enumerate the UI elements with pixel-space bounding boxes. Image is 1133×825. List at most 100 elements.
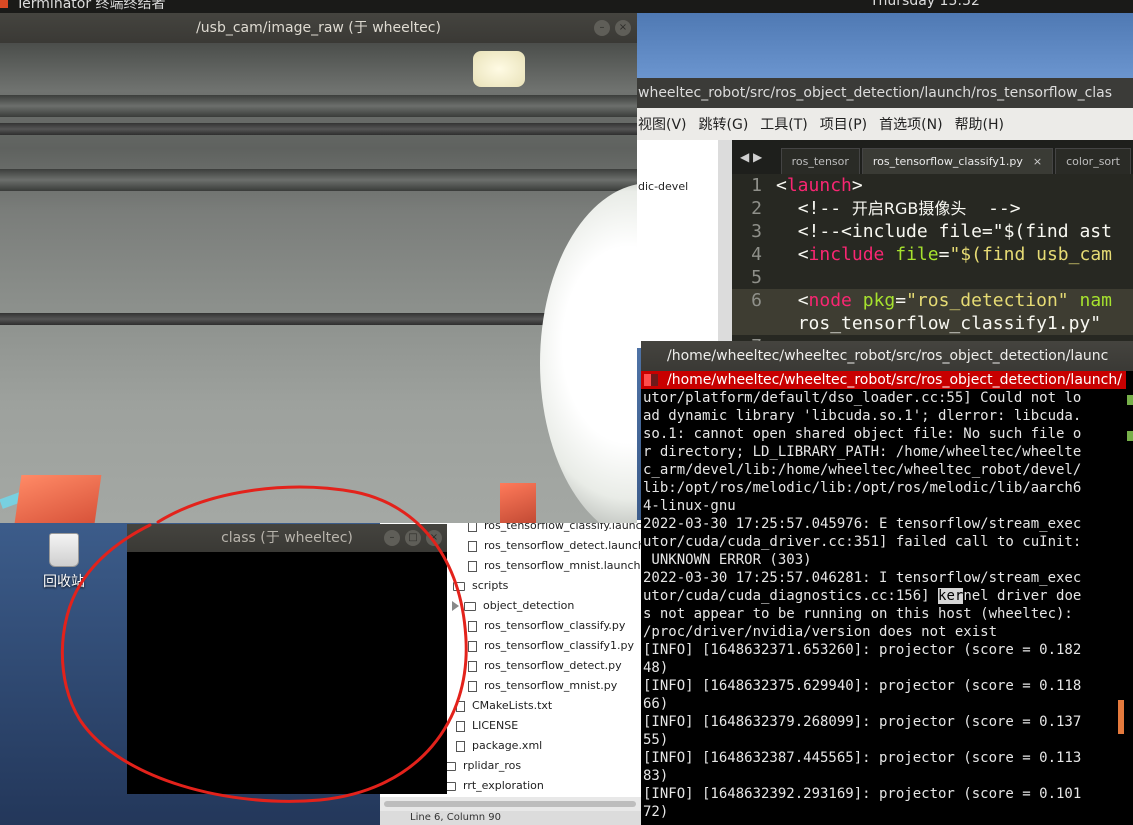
terminal-line: UNKNOWN ERROR (303) [643, 552, 812, 568]
sublime-editor-window[interactable]: wheeltec_robot/src/ros_object_detection/… [636, 78, 1133, 348]
terminal-line: 83) [643, 768, 669, 784]
folder-item[interactable]: rplidar_ros [444, 756, 521, 776]
folder-item[interactable]: object_detection [452, 596, 574, 616]
image-window-titlebar[interactable]: /usb_cam/image_raw (于 wheeltec) – × [0, 13, 637, 43]
folder-item[interactable]: scripts [453, 576, 508, 596]
terminal-line: c_arm/devel/lib:/home/wheeltec/wheeltec_… [643, 462, 1082, 478]
clock[interactable]: Thursday 15:52 [870, 0, 980, 9]
code-token: node [808, 290, 852, 311]
trash-desktop-icon[interactable]: 回收站 [38, 533, 90, 591]
terminal-line: 55) [643, 732, 669, 748]
code-area[interactable]: 1 <launch> 2 <!-- 开启RGB摄像头 --> 3 <!--<inc… [732, 174, 1133, 348]
file-item[interactable]: CMakeLists.txt [456, 696, 552, 716]
terminal-line: [INFO] [1648632387.445565]: projector (s… [643, 750, 1082, 766]
file-item[interactable]: package.xml [456, 736, 542, 756]
sidebar-folder-label[interactable]: dic-devel [638, 180, 688, 193]
line-number: 6 [751, 290, 762, 311]
side-terminal-pane[interactable] [1126, 371, 1133, 471]
ubuntu-logo-icon[interactable] [0, 0, 8, 8]
file-label: ros_tensorflow_mnist.launch [484, 559, 641, 572]
top-panel: Terminator 终端终结者 Thursday 15:52 [0, 0, 1133, 13]
menu-preferences[interactable]: 首选项(N) [879, 114, 954, 134]
menu-view[interactable]: 视图(V) [636, 114, 699, 134]
minimize-icon[interactable]: – [594, 20, 610, 36]
menu-tools[interactable]: 工具(T) [760, 114, 819, 134]
terminal-line: [INFO] [1648632371.653260]: projector (s… [643, 642, 1082, 658]
close-icon[interactable]: × [426, 530, 442, 546]
file-item[interactable]: ros_tensorflow_classify1.py [468, 636, 634, 656]
file-item[interactable]: ros_tensorflow_mnist.py [468, 676, 617, 696]
file-icon [456, 720, 465, 732]
file-label: ros_tensorflow_classify.py [484, 619, 626, 632]
code-token: ros_tensorflow_classify1.py" [797, 313, 1102, 334]
object-orange [500, 483, 536, 523]
file-item[interactable]: ros_tensorflow_classify.py [468, 616, 625, 636]
file-item[interactable]: LICENSE [456, 716, 518, 736]
terminal-line: s not appear to be running on this host … [643, 606, 1073, 622]
tab-scroll-arrows-icon[interactable]: ◀ ▶ [732, 150, 781, 174]
scrollbar-thumb[interactable] [384, 801, 636, 807]
pane-marker [1127, 431, 1133, 441]
code-token: "ros_detection" [906, 290, 1069, 311]
terminal-titlebar[interactable]: /home/wheeltec/wheeltec_robot/src/ros_ob… [641, 341, 1133, 371]
file-item[interactable]: ros_tensorflow_mnist.launch [468, 556, 640, 576]
file-icon [468, 560, 477, 572]
file-item[interactable]: ros_tensorflow_detect.py [468, 656, 622, 676]
tab-ros-tensor[interactable]: ros_tensor [780, 148, 860, 174]
menu-help[interactable]: 帮助(H) [955, 114, 1016, 134]
file-label: package.xml [472, 739, 543, 752]
ceiling-lamp [473, 51, 525, 87]
terminal-line: 2022-03-30 17:25:57.045976: E tensorflow… [643, 516, 1082, 532]
file-label: LICENSE [472, 719, 519, 732]
menu-goto[interactable]: 跳转(G) [699, 114, 761, 134]
terminal-output[interactable]: utor/platform/default/dso_loader.cc:55] … [641, 389, 1125, 825]
sidebar-divider[interactable] [718, 140, 732, 348]
file-icon [468, 680, 477, 692]
minimize-icon[interactable]: – [384, 530, 400, 546]
terminal-line: [INFO] [1648632379.268099]: projector (s… [643, 714, 1082, 730]
tab-label: ros_tensorflow_classify1.py [872, 155, 1023, 168]
code-line-current: 6 <node pkg="ros_detection" nam [732, 289, 1133, 312]
close-icon[interactable]: × [615, 20, 631, 36]
terminal-line: so.1: cannot open shared object file: No… [643, 426, 1082, 442]
tab-close-icon[interactable]: × [1033, 155, 1042, 168]
file-icon [468, 620, 477, 632]
pane-marker [1127, 395, 1133, 405]
menu-project[interactable]: 项目(P) [820, 114, 879, 134]
terminal-line: 72) [643, 804, 669, 820]
window-title: class (于 wheeltec) [221, 530, 353, 546]
horizontal-scrollbar[interactable] [380, 797, 642, 811]
tab-ros-tensorflow-classify1[interactable]: ros_tensorflow_classify1.py × [861, 148, 1054, 174]
folder-label: object_detection [483, 599, 575, 612]
terminal-line: utor/cuda/cuda_diagnostics.cc:156] kerne… [643, 587, 1125, 605]
terminal-line: [INFO] [1648632375.629940]: projector (s… [643, 678, 1082, 694]
maximize-icon[interactable]: □ [405, 530, 421, 546]
folder-icon [453, 581, 465, 591]
folder-label: rplidar_ros [463, 759, 522, 772]
camera-feed-image [0, 43, 637, 523]
terminator-window[interactable]: /home/wheeltec/wheeltec_robot/src/ros_ob… [641, 341, 1133, 825]
class-image-canvas [127, 552, 447, 794]
terminal-tab[interactable]: /home/wheeltec/wheeltec_robot/src/ros_ob… [641, 371, 1133, 389]
code-token: pkg [862, 290, 896, 311]
class-window-titlebar[interactable]: class (于 wheeltec) – □ × [127, 524, 447, 552]
code-token: <!-- [797, 198, 842, 219]
folder-item[interactable]: rrt_exploration [444, 776, 544, 796]
line-number: 2 [751, 198, 762, 219]
editor-title: wheeltec_robot/src/ros_object_detection/… [636, 78, 1133, 108]
terminal-group-icon[interactable] [644, 374, 658, 386]
active-app-menu[interactable]: Terminator 终端终结者 [16, 0, 166, 13]
file-icon [468, 660, 477, 672]
code-token: file [895, 244, 939, 265]
expand-arrow-icon[interactable] [452, 601, 459, 611]
file-label: ros_tensorflow_mnist.py [484, 679, 618, 692]
line-number: 4 [751, 244, 762, 265]
terminal-line: ad dynamic library 'libcuda.so.1'; dlerr… [643, 408, 1082, 424]
terminal-scrollbar[interactable] [1118, 700, 1124, 734]
file-item[interactable]: ros_tensorflow_detect.launch [468, 536, 642, 556]
tab-color-sort[interactable]: color_sort [1055, 148, 1131, 174]
class-window[interactable]: class (于 wheeltec) – □ × [127, 524, 447, 794]
image-raw-window[interactable]: /usb_cam/image_raw (于 wheeltec) – × [0, 13, 637, 523]
code-token: --> [988, 198, 1021, 219]
folder-icon [464, 601, 476, 611]
